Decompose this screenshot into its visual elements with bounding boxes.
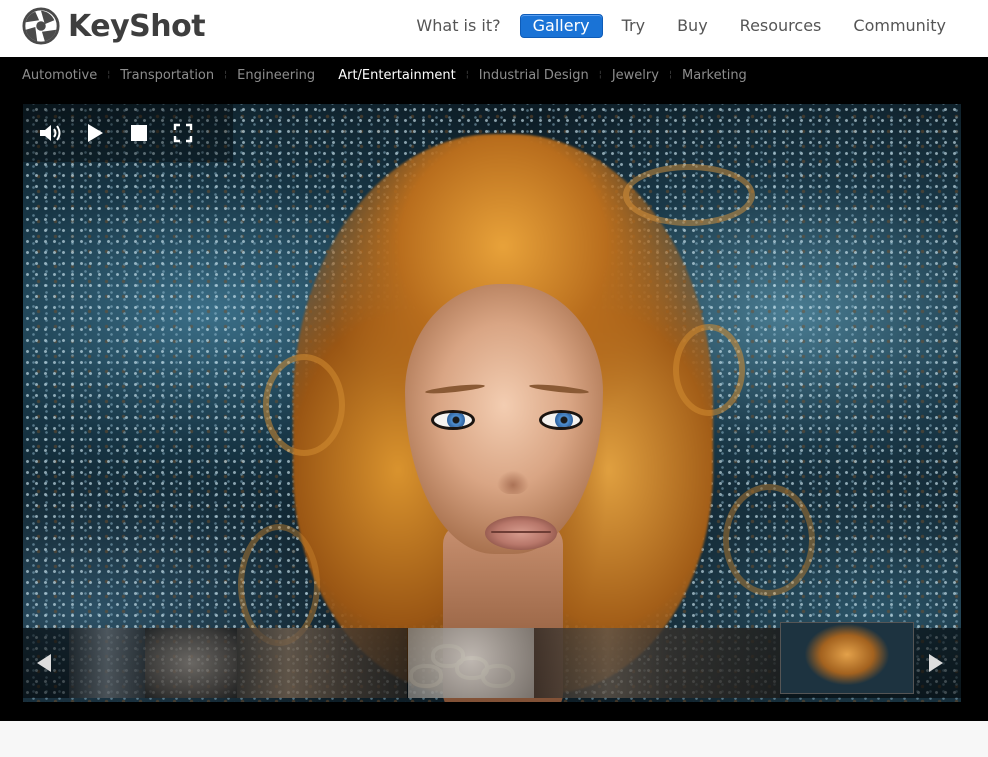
play-icon — [88, 124, 103, 142]
category-engineering[interactable]: Engineering — [237, 68, 315, 83]
thumbnail[interactable] — [69, 628, 145, 698]
video-controls — [23, 104, 233, 162]
category-art-entertainment[interactable]: Art/Entertainment — [338, 68, 456, 83]
portrait-eye — [431, 410, 475, 430]
hair-curl — [723, 484, 815, 596]
thumbnail-strip — [23, 622, 961, 698]
portrait-lips — [485, 516, 557, 550]
gallery-image-viewer[interactable] — [23, 104, 961, 702]
page-footer-area — [0, 721, 988, 757]
category-separator: ¦ — [224, 70, 228, 80]
stop-icon — [131, 125, 147, 141]
next-button[interactable] — [921, 646, 951, 680]
fullscreen-button[interactable] — [161, 111, 205, 155]
category-separator: ¦ — [668, 70, 673, 80]
hair-curl — [673, 324, 745, 416]
nav-community[interactable]: Community — [840, 14, 959, 38]
category-tabs: Automotive ¦ Transportation ¦ Engineerin… — [22, 65, 747, 85]
category-industrial-design[interactable]: Industrial Design — [479, 68, 589, 83]
thumbnail[interactable] — [145, 628, 237, 698]
nav-try[interactable]: Try — [609, 14, 658, 38]
brand-logo[interactable]: KeyShot — [22, 6, 206, 46]
thumbnail[interactable] — [237, 628, 407, 698]
brand-name: KeyShot — [68, 8, 206, 44]
hair-curl — [263, 354, 345, 456]
category-marketing[interactable]: Marketing — [682, 68, 747, 83]
category-transportation[interactable]: Transportation — [120, 68, 214, 83]
top-navigation: What is it? Gallery Try Buy Resources Co… — [400, 12, 988, 40]
nav-buy[interactable]: Buy — [664, 14, 721, 38]
thumbnail[interactable] — [408, 628, 534, 698]
category-jewelry[interactable]: Jewelry — [612, 68, 659, 83]
hair-curl — [623, 164, 755, 226]
portrait-eye — [539, 410, 583, 430]
category-separator: ¦ — [107, 70, 111, 80]
thumbnail-active[interactable] — [780, 622, 914, 694]
prev-button[interactable] — [29, 646, 59, 680]
category-automotive[interactable]: Automotive — [22, 68, 97, 83]
category-separator: ¦ — [598, 70, 602, 80]
volume-icon — [40, 125, 61, 141]
site-header: KeyShot What is it? Gallery Try Buy Reso… — [0, 0, 988, 57]
category-separator: ¦ — [465, 70, 469, 80]
arrow-left-icon — [37, 654, 51, 672]
thumbnail[interactable] — [534, 628, 780, 698]
arrow-right-icon — [929, 654, 943, 672]
category-separator: ¦ — [325, 70, 329, 80]
keyshot-logo-icon — [22, 7, 60, 45]
play-button[interactable] — [73, 111, 117, 155]
portrait-nose — [493, 434, 533, 494]
nav-resources[interactable]: Resources — [727, 14, 835, 38]
nav-what-is-it[interactable]: What is it? — [403, 14, 513, 38]
stop-button[interactable] — [117, 111, 161, 155]
volume-button[interactable] — [29, 111, 73, 155]
nav-gallery[interactable]: Gallery — [519, 14, 603, 38]
fullscreen-icon — [173, 123, 193, 143]
